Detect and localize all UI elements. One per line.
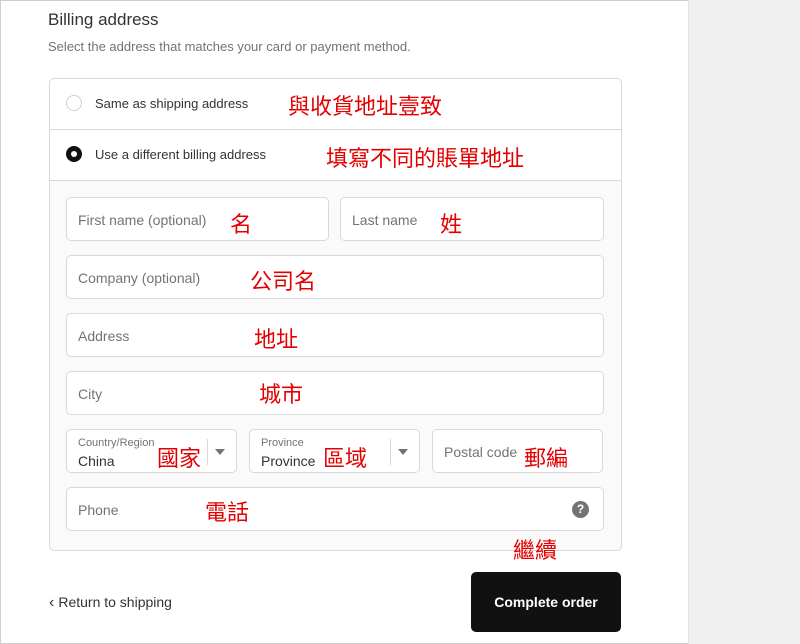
phone-field[interactable]: Phone ? xyxy=(66,487,604,531)
radio-unselected[interactable] xyxy=(66,95,82,111)
select-divider xyxy=(207,439,208,465)
order-summary-panel xyxy=(688,0,800,644)
first-name-field[interactable]: First name (optional) xyxy=(66,197,329,241)
city-placeholder: City xyxy=(78,386,103,402)
last-name-field[interactable]: Last name xyxy=(340,197,604,241)
complete-order-button[interactable]: Complete order xyxy=(471,572,621,632)
country-select[interactable]: Country/Region China xyxy=(66,429,237,473)
company-field[interactable]: Company (optional) xyxy=(66,255,604,299)
option-label: Use a different billing address xyxy=(95,147,267,162)
select-divider xyxy=(390,439,391,465)
section-subtitle: Select the address that matches your car… xyxy=(48,39,411,54)
chevron-down-icon xyxy=(215,449,225,455)
company-placeholder: Company (optional) xyxy=(78,270,201,286)
section-title: Billing address xyxy=(48,10,159,29)
question-circle-icon[interactable]: ? xyxy=(572,501,589,518)
first-name-placeholder: First name (optional) xyxy=(78,212,207,228)
province-value: Province xyxy=(261,453,316,469)
postal-code-placeholder: Postal code xyxy=(444,444,518,460)
option-label: Same as shipping address xyxy=(95,96,249,111)
address-field[interactable]: Address xyxy=(66,313,604,357)
return-label: Return to shipping xyxy=(58,594,172,610)
chevron-down-icon xyxy=(398,449,408,455)
postal-code-field[interactable]: Postal code xyxy=(432,429,603,473)
country-label: Country/Region xyxy=(78,437,155,449)
phone-placeholder: Phone xyxy=(78,502,119,518)
address-placeholder: Address xyxy=(78,328,130,344)
return-to-shipping-link[interactable]: ‹ Return to shipping xyxy=(49,594,172,612)
option-different-billing[interactable]: Use a different billing address xyxy=(50,130,621,181)
chevron-left-icon: ‹ xyxy=(49,594,55,611)
country-value: China xyxy=(78,453,115,469)
option-same-as-shipping[interactable]: Same as shipping address xyxy=(50,79,621,130)
last-name-placeholder: Last name xyxy=(352,212,418,228)
city-field[interactable]: City xyxy=(66,371,604,415)
province-label: Province xyxy=(261,437,304,449)
radio-selected[interactable] xyxy=(66,146,82,162)
province-select[interactable]: Province Province xyxy=(249,429,420,473)
